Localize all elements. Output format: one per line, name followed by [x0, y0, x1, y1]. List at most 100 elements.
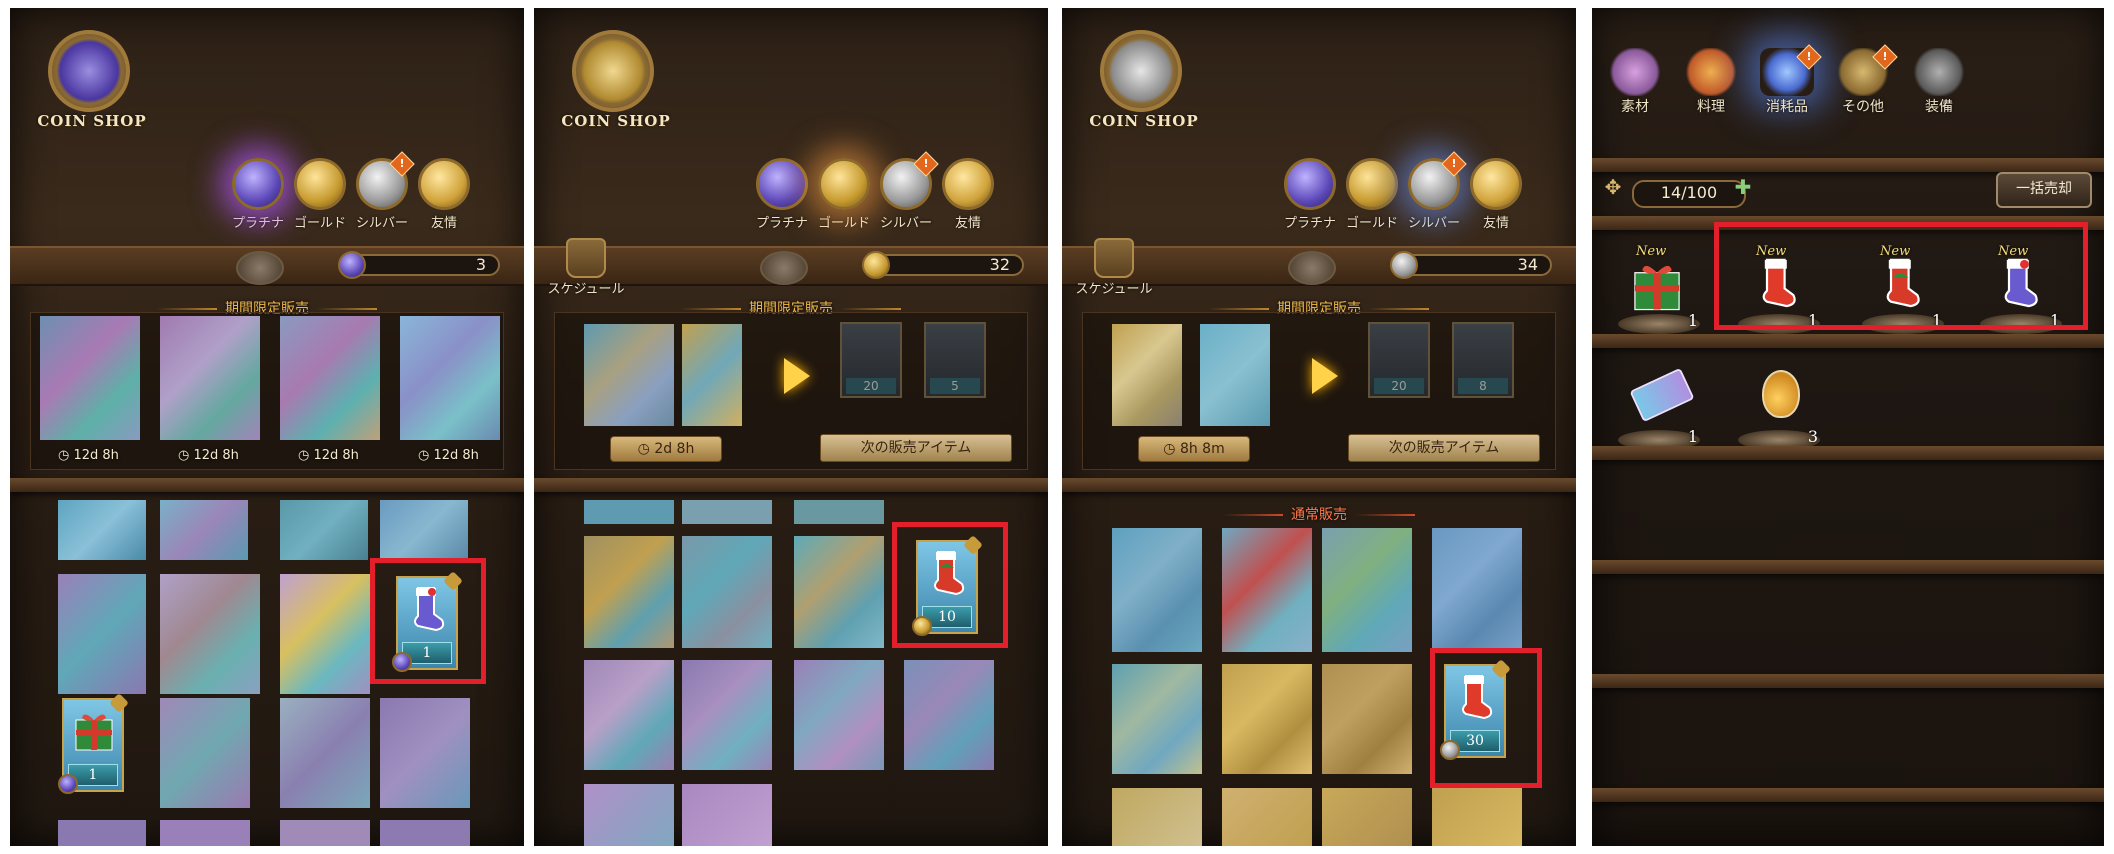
inventory-capacity: 14/100 [1632, 180, 1746, 208]
shop-item[interactable] [904, 660, 994, 770]
coin-balance: 3 [338, 251, 500, 279]
shop-item[interactable] [794, 500, 884, 524]
tab-consumables[interactable]: ! 消耗品 [1754, 44, 1822, 116]
shop-item[interactable] [280, 698, 370, 808]
limited-item-3[interactable] [280, 316, 380, 440]
shop-item[interactable] [1322, 788, 1412, 846]
shop-item[interactable] [280, 500, 368, 560]
sale-timer: ◷ 2d 8h [610, 436, 722, 462]
friendship-coin-icon [418, 158, 470, 210]
shop-item[interactable] [58, 500, 146, 560]
shop-item[interactable] [380, 500, 468, 560]
shop-item[interactable] [584, 536, 674, 648]
alert-badge: ! [389, 151, 415, 177]
tab-friendship[interactable]: 友情 [1468, 158, 1524, 231]
limited-item-2[interactable] [1200, 324, 1270, 426]
shop-item[interactable] [160, 500, 248, 560]
shop-panel-silver: COIN SHOP プラチナ ゴールド ! シルバー 友情 34 スケジュール … [1062, 8, 1576, 846]
shop-item[interactable] [682, 784, 772, 846]
limited-item-1[interactable] [40, 316, 140, 440]
inventory-item-ticket[interactable]: 1 [1612, 360, 1706, 450]
tab-gold[interactable]: ゴールド [1344, 158, 1400, 231]
shop-item[interactable] [1222, 788, 1312, 846]
tab-food[interactable]: 料理 [1678, 48, 1744, 116]
inventory-item-potion[interactable]: 3 [1732, 360, 1826, 450]
shop-item[interactable] [1432, 788, 1522, 846]
gold-coin-icon [1346, 158, 1398, 210]
tab-label: その他 [1842, 99, 1884, 115]
shop-item[interactable] [584, 660, 674, 770]
tab-label: プラチナ [1283, 216, 1336, 231]
shop-item[interactable] [160, 820, 250, 846]
coin-tabs: プラチナ ゴールド ! シルバー 友情 [754, 151, 996, 231]
friendship-coin-icon [1470, 158, 1522, 210]
coin-tabs: プラチナ ゴールド ! シルバー 友情 [230, 151, 472, 231]
tab-other[interactable]: ! その他 [1830, 44, 1898, 116]
shop-item[interactable] [1432, 528, 1522, 652]
shop-item[interactable] [1322, 664, 1412, 774]
tab-gold[interactable]: ゴールド [292, 158, 348, 231]
food-icon [1684, 48, 1738, 96]
shop-item[interactable] [1322, 528, 1412, 652]
tab-platinum[interactable]: プラチナ [1282, 158, 1338, 231]
tab-materials[interactable]: 素材 [1602, 48, 1668, 116]
shop-item-gift-box[interactable]: 1 [58, 693, 129, 794]
tab-friendship[interactable]: 友情 [940, 158, 996, 231]
inventory-item-gift[interactable]: New 1 [1612, 244, 1706, 334]
tab-silver[interactable]: ! シルバー [878, 151, 939, 231]
shop-item[interactable] [1112, 528, 1202, 652]
tab-label: 友情 [954, 216, 981, 231]
platinum-coin-icon [1284, 158, 1336, 210]
shop-item[interactable] [280, 820, 370, 846]
shop-item[interactable] [1222, 664, 1312, 774]
shop-item[interactable] [58, 574, 146, 694]
shop-item[interactable] [584, 500, 674, 524]
tab-label: シルバー [355, 216, 408, 231]
tab-gold[interactable]: ゴールド [816, 158, 872, 231]
shop-item[interactable] [280, 574, 370, 694]
shop-item[interactable] [682, 660, 772, 770]
tab-label: ゴールド [1345, 216, 1398, 231]
shop-item[interactable] [584, 784, 674, 846]
shop-item[interactable] [160, 698, 250, 808]
settings-icon[interactable]: ✥ [1602, 176, 1624, 198]
tab-platinum[interactable]: プラチナ [230, 158, 286, 231]
tab-label: プラチナ [755, 216, 808, 231]
shop-item[interactable] [58, 820, 146, 846]
limited-item-1[interactable] [1112, 324, 1182, 426]
shop-item[interactable] [380, 698, 470, 808]
shop-item[interactable] [1112, 664, 1202, 774]
shop-item[interactable] [1112, 788, 1202, 846]
tab-silver[interactable]: ! シルバー [354, 151, 415, 231]
shop-item[interactable] [160, 574, 260, 694]
shop-item[interactable] [1222, 528, 1312, 652]
next-sale-banner: 次の販売アイテム [820, 434, 1012, 462]
limited-item-2[interactable] [160, 316, 260, 440]
materials-icon [1608, 48, 1662, 96]
shop-item[interactable] [794, 660, 884, 770]
limited-item-4[interactable] [400, 316, 500, 440]
platinum-coin-icon [338, 251, 366, 279]
tab-label: 友情 [430, 216, 457, 231]
sell-all-button[interactable]: 一括売却 [1996, 172, 2092, 208]
tab-platinum[interactable]: プラチナ [754, 158, 810, 231]
shop-item[interactable] [682, 536, 772, 648]
ticket-icon [1629, 367, 1695, 423]
tab-label: 消耗品 [1766, 99, 1808, 115]
plus-icon[interactable]: ✚ [1732, 176, 1754, 198]
limited-item-2[interactable] [682, 324, 742, 426]
schedule-button[interactable]: スケジュール [1074, 238, 1154, 297]
ornament [760, 251, 808, 285]
tab-silver[interactable]: ! シルバー [1406, 151, 1467, 231]
shop-item[interactable] [794, 536, 884, 648]
schedule-button[interactable]: スケジュール [546, 238, 626, 297]
shop-panel-gold: COIN SHOP プラチナ ゴールド ! シルバー 友情 32 スケジュール … [534, 8, 1048, 846]
friendship-coin-icon [942, 158, 994, 210]
highlight-box [1430, 648, 1542, 788]
tab-equipment[interactable]: 装備 [1906, 48, 1972, 116]
platinum-coin-icon [232, 158, 284, 210]
shop-item[interactable] [380, 820, 470, 846]
shop-item[interactable] [682, 500, 772, 524]
tab-friendship[interactable]: 友情 [416, 158, 472, 231]
limited-item-1[interactable] [584, 324, 674, 426]
